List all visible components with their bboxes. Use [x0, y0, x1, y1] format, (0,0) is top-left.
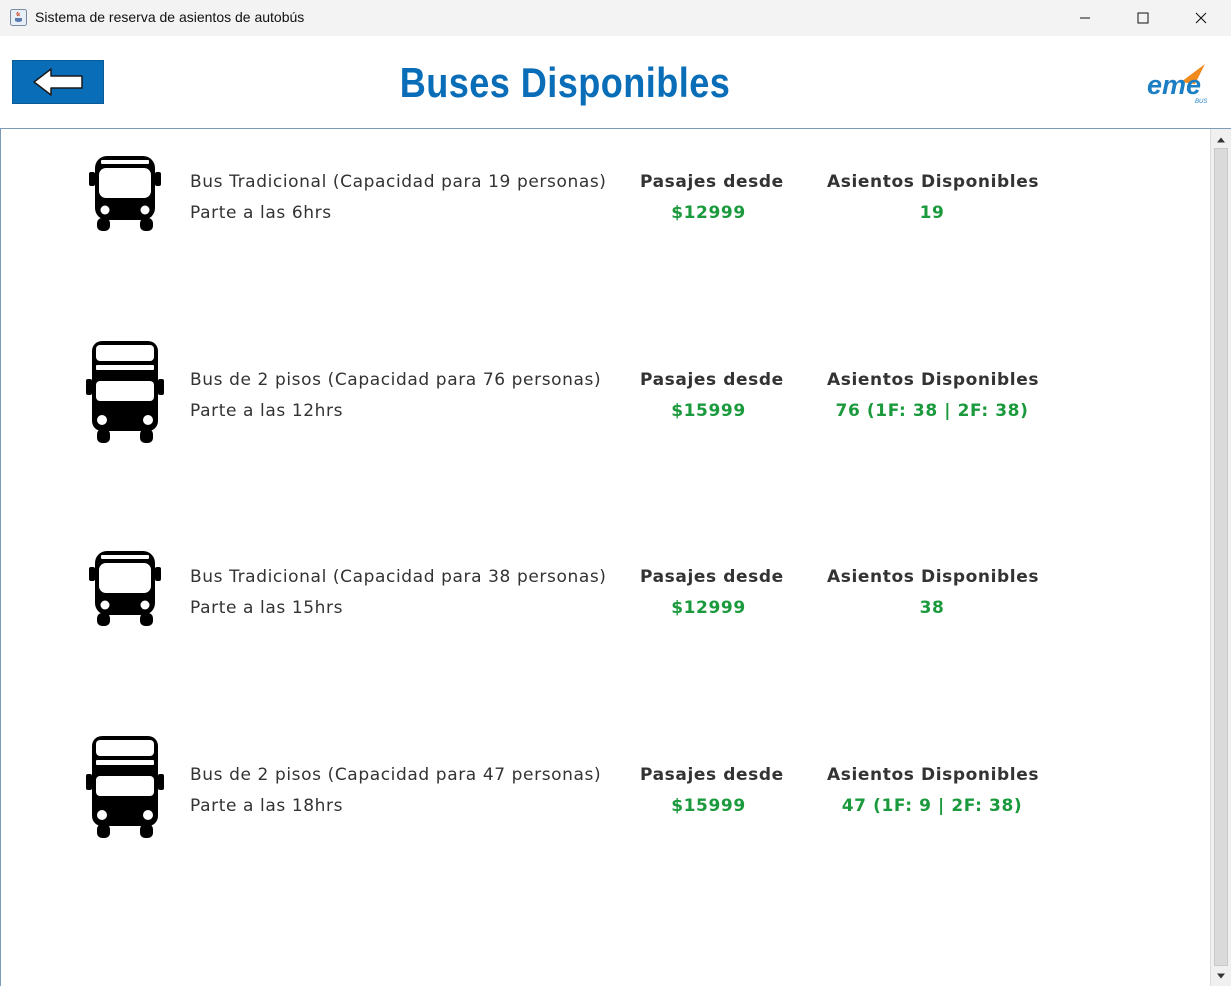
close-button[interactable] — [1172, 0, 1230, 36]
logo-subtext: BUS — [1195, 99, 1207, 105]
eme-bus-logo: eme BUS — [1147, 64, 1207, 105]
bus-list-item[interactable]: Bus Tradicional (Capacidad para 38 perso… — [1, 551, 1201, 667]
vertical-scrollbar[interactable] — [1210, 129, 1231, 986]
price-value: $12999 — [671, 598, 746, 618]
price-label: Pasajes desde — [640, 370, 784, 390]
page-title: Buses Disponibles — [399, 59, 731, 106]
seats-label: Asientos Disponibles — [827, 172, 1040, 192]
double-deck-bus-icon — [86, 736, 164, 838]
departure-time: Parte a las 6hrs — [190, 203, 332, 223]
price-value: $12999 — [671, 203, 746, 223]
back-button[interactable] — [12, 60, 104, 104]
bus-description: Bus Tradicional (Capacidad para 38 perso… — [190, 567, 607, 587]
departure-time: Parte a las 18hrs — [190, 796, 344, 816]
java-app-icon — [10, 9, 27, 26]
price-label: Pasajes desde — [640, 765, 784, 785]
minimize-button[interactable] — [1056, 0, 1114, 36]
single-deck-bus-icon — [89, 156, 161, 231]
left-arrow-icon — [33, 68, 83, 96]
window-title: Sistema de reserva de asientos de autobú… — [35, 9, 305, 25]
bus-list-item[interactable]: Bus Tradicional (Capacidad para 19 perso… — [1, 156, 1201, 272]
double-deck-bus-icon — [86, 341, 164, 443]
triangle-up-icon — [1217, 137, 1225, 142]
price-value: $15999 — [671, 796, 746, 816]
price-label: Pasajes desde — [640, 172, 784, 192]
window-titlebar: Sistema de reserva de asientos de autobú… — [0, 0, 1231, 36]
scroll-up-button[interactable] — [1211, 131, 1231, 148]
seats-value: 19 — [919, 203, 945, 223]
header-panel: Buses Disponibles eme BUS — [0, 36, 1231, 129]
seats-label: Asientos Disponibles — [827, 765, 1040, 785]
bus-description: Bus Tradicional (Capacidad para 19 perso… — [190, 172, 607, 192]
scroll-thumb[interactable] — [1214, 148, 1228, 966]
triangle-down-icon — [1217, 973, 1225, 978]
seats-label: Asientos Disponibles — [827, 567, 1040, 587]
price-value: $15999 — [671, 401, 746, 421]
seats-value: 38 — [919, 598, 945, 618]
departure-time: Parte a las 15hrs — [190, 598, 344, 618]
bus-list: Bus Tradicional (Capacidad para 19 perso… — [0, 129, 1210, 986]
bus-list-item[interactable]: Bus de 2 pisos (Capacidad para 76 person… — [1, 341, 1201, 470]
scroll-down-button[interactable] — [1211, 967, 1231, 984]
maximize-button[interactable] — [1114, 0, 1172, 36]
bus-list-item[interactable]: Bus de 2 pisos (Capacidad para 47 person… — [1, 736, 1201, 865]
seats-value: 47 (1F: 9 | 2F: 38) — [841, 796, 1023, 816]
close-icon — [1195, 12, 1207, 24]
price-label: Pasajes desde — [640, 567, 784, 587]
minimize-icon — [1080, 17, 1090, 19]
single-deck-bus-icon — [89, 551, 161, 626]
seats-value: 76 (1F: 38 | 2F: 38) — [835, 401, 1029, 421]
logo-text: eme — [1147, 70, 1201, 100]
maximize-icon — [1137, 12, 1149, 24]
seats-label: Asientos Disponibles — [827, 370, 1040, 390]
bus-description: Bus de 2 pisos (Capacidad para 76 person… — [190, 370, 602, 390]
bus-description: Bus de 2 pisos (Capacidad para 47 person… — [190, 765, 602, 785]
departure-time: Parte a las 12hrs — [190, 401, 344, 421]
